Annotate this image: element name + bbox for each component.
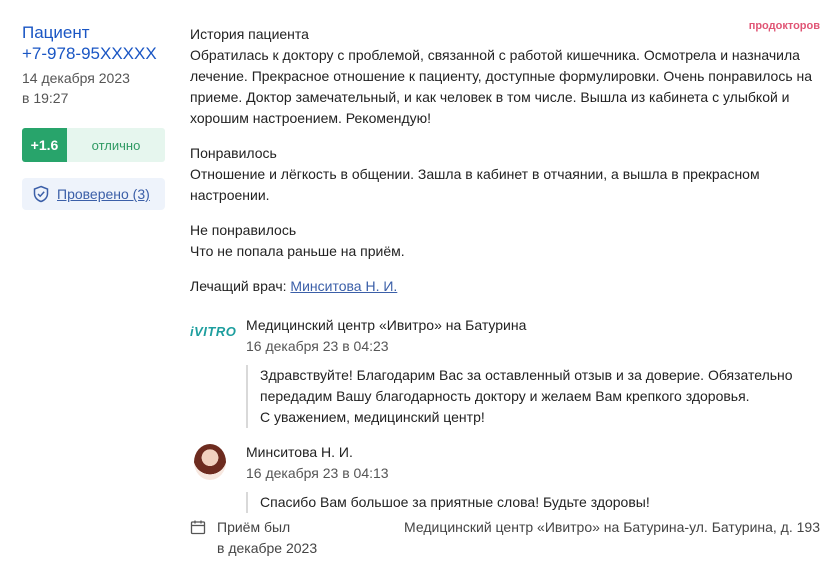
disliked-title: Не понравилось bbox=[190, 222, 297, 238]
reply-text: Спасибо Вам большое за приятные слова! Б… bbox=[260, 494, 650, 510]
disliked-text: Что не попала раньше на приём. bbox=[190, 243, 405, 259]
doctor-label: Лечащий врач: bbox=[190, 278, 287, 294]
shield-check-icon bbox=[33, 185, 49, 203]
calendar-icon bbox=[190, 520, 206, 535]
verified-link[interactable]: Проверено (3) bbox=[57, 186, 150, 202]
clinic-logo: iVITRO bbox=[190, 324, 237, 339]
rating-value: +1.6 bbox=[22, 128, 67, 162]
reply-signature: С уважением, медицинский центр! bbox=[260, 409, 485, 425]
liked-text: Отношение и лёгкость в общении. Зашла в … bbox=[190, 166, 760, 203]
reply-author[interactable]: Минситова Н. И. bbox=[246, 442, 820, 463]
reply-author[interactable]: Медицинский центр «Ивитро» на Батурина bbox=[246, 315, 820, 336]
rating-label: отлично bbox=[67, 128, 165, 162]
review-date-time: в 19:27 bbox=[22, 90, 69, 106]
clinic-reply: iVITRO Медицинский центр «Ивитро» на Бат… bbox=[190, 315, 820, 428]
reply-text: Здравствуйте! Благодарим Вас за оставлен… bbox=[260, 367, 793, 404]
reviewer-panel: Пациент +7-978-95XXXXX 14 декабря 2023 в… bbox=[22, 22, 167, 210]
visit-line-2: в декабре 2023 bbox=[217, 540, 318, 556]
patient-name[interactable]: Пациент bbox=[22, 22, 167, 43]
history-title: История пациента bbox=[190, 26, 309, 42]
clinic-address[interactable]: Медицинский центр «Ивитро» на Батурина-у… bbox=[400, 517, 820, 538]
liked-title: Понравилось bbox=[190, 145, 277, 161]
reply-date: 16 декабря 23 в 04:23 bbox=[246, 338, 389, 354]
verified-badge[interactable]: Проверено (3) bbox=[22, 178, 165, 210]
treating-doctor: Лечащий врач: Минситова Н. И. bbox=[190, 276, 820, 297]
review-date-day: 14 декабря 2023 bbox=[22, 70, 130, 86]
visit-line-1: Приём был bbox=[217, 519, 291, 535]
reply-body: Здравствуйте! Благодарим Вас за оставлен… bbox=[246, 365, 820, 428]
doctor-avatar bbox=[194, 444, 226, 480]
doctor-link[interactable]: Минситова Н. И. bbox=[290, 278, 397, 294]
history-text: Обратилась к доктору с проблемой, связан… bbox=[190, 47, 813, 126]
patient-phone[interactable]: +7-978-95XXXXX bbox=[22, 43, 167, 64]
review-content: История пациента Обратилась к доктору с … bbox=[190, 24, 820, 527]
review-date: 14 декабря 2023 в 19:27 bbox=[22, 68, 167, 108]
reply-date: 16 декабря 23 в 04:13 bbox=[246, 465, 389, 481]
doctor-reply: Минситова Н. И. 16 декабря 23 в 04:13 Сп… bbox=[190, 442, 820, 513]
visit-date: Приём был в декабре 2023 bbox=[217, 517, 397, 559]
rating-badge: +1.6 отлично bbox=[22, 128, 165, 162]
reply-body: Спасибо Вам большое за приятные слова! Б… bbox=[246, 492, 820, 513]
